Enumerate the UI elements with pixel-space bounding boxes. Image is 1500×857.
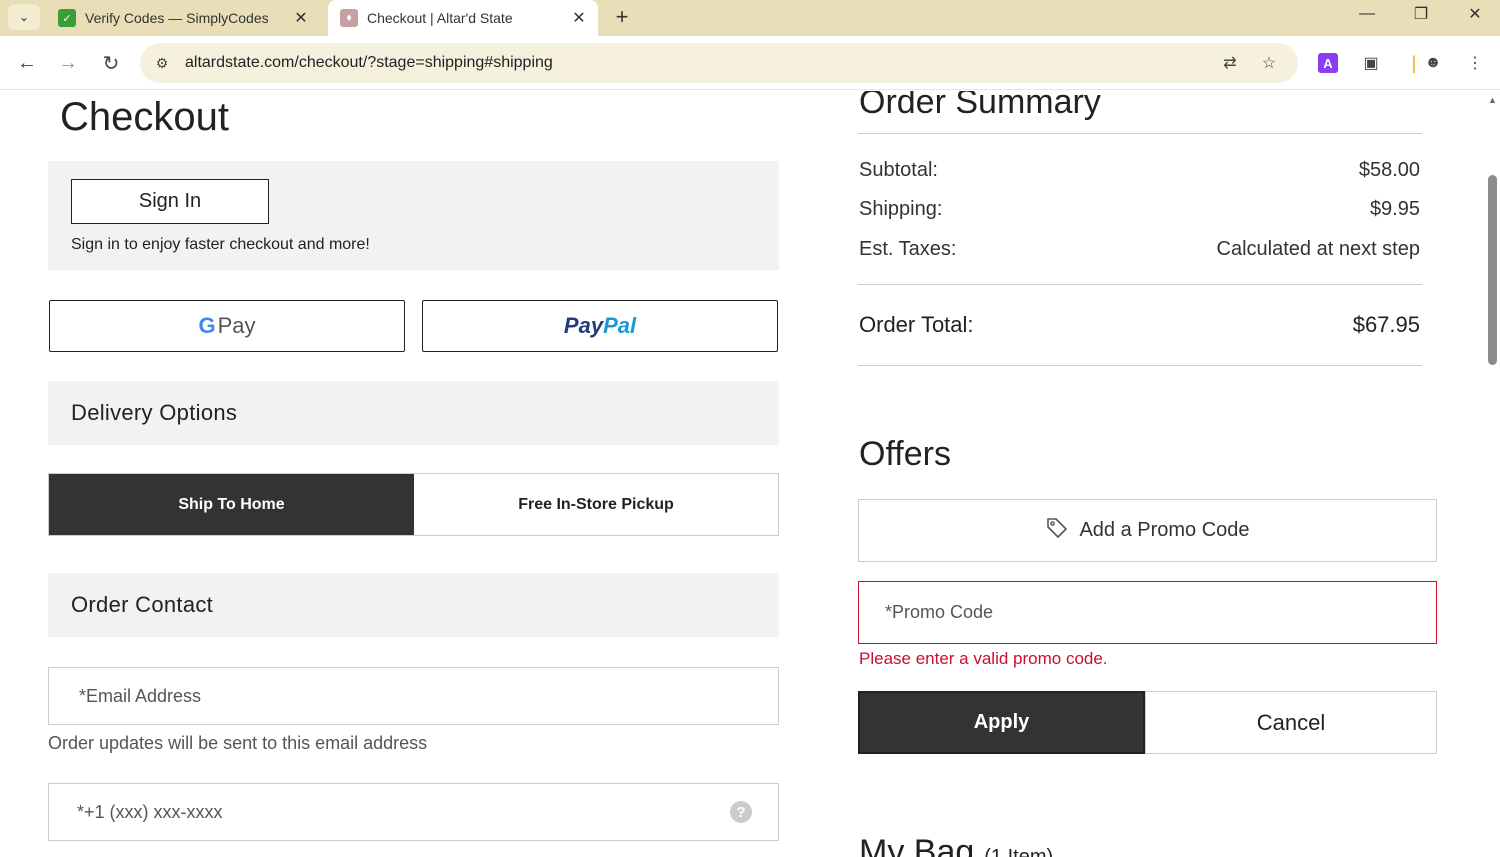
shipping-label: Shipping: <box>859 198 943 220</box>
email-placeholder: *Email Address <box>79 686 202 706</box>
email-hint: Order updates will be sent to this email… <box>48 733 428 753</box>
forward-arrow-icon[interactable]: → <box>53 48 83 78</box>
taxes-value: Calculated at next step <box>1216 238 1420 260</box>
offers-title: Offers <box>859 435 951 473</box>
scroll-thumb[interactable] <box>1488 175 1497 365</box>
my-bag-label: My Bag <box>859 833 975 857</box>
page-scrollbar[interactable]: ▲ <box>1486 91 1500 857</box>
extensions-puzzle-icon[interactable]: ▣ <box>1358 50 1384 76</box>
scroll-up-arrow-icon[interactable]: ▲ <box>1488 95 1497 105</box>
tab-close-icon[interactable]: ✕ <box>566 8 592 28</box>
translate-icon[interactable]: ⇄ <box>1218 51 1242 75</box>
tab-simplycodes[interactable]: ✓ Verify Codes — SimplyCodes ✕ <box>46 0 320 36</box>
phone-placeholder: *+1 (xxx) xxx-xxxx <box>77 802 223 822</box>
back-arrow-icon[interactable]: ← <box>12 48 42 78</box>
bookmark-star-icon[interactable]: ☆ <box>1257 51 1281 75</box>
paypal-logo-part2: Pal <box>603 313 637 338</box>
promo-placeholder: *Promo Code <box>885 602 994 622</box>
paypal-button[interactable]: Pay Pal <box>422 300 778 352</box>
paypal-logo-part1: Pay <box>563 313 604 338</box>
email-field[interactable]: *Email Address <box>48 667 779 725</box>
tag-icon <box>1045 516 1069 546</box>
order-total-value: $67.95 <box>1352 312 1420 337</box>
divider <box>858 365 1422 366</box>
url-text[interactable]: altardstate.com/checkout/?stage=shipping… <box>185 54 553 72</box>
delivery-options-title: Delivery Options <box>71 400 238 425</box>
checkout-page: Checkout Sign In Sign in to enjoy faster… <box>0 91 1486 857</box>
order-contact-title: Order Contact <box>71 592 214 617</box>
subtotal-value: $58.00 <box>1358 159 1420 181</box>
altardstate-favicon-icon: ♦ <box>340 9 358 27</box>
browser-tabbar: ⌄ ✓ Verify Codes — SimplyCodes ✕ ♦ Check… <box>0 0 1500 36</box>
promo-code-input[interactable]: *Promo Code <box>858 581 1437 644</box>
tab-search-chevron-icon[interactable]: ⌄ <box>8 4 40 30</box>
divider <box>858 133 1422 134</box>
in-store-pickup-option[interactable]: Free In-Store Pickup <box>414 474 778 535</box>
order-summary-title: Order Summary <box>859 91 1101 121</box>
address-bar[interactable]: ⚙ altardstate.com/checkout/?stage=shippi… <box>140 43 1298 83</box>
site-settings-icon[interactable]: ⚙ <box>150 51 174 75</box>
restore-icon[interactable]: ❐ <box>1394 0 1448 28</box>
gpay-label: Pay <box>217 313 256 338</box>
google-g-icon: G <box>198 313 216 338</box>
ship-to-home-option[interactable]: Ship To Home <box>49 474 414 535</box>
signin-note: Sign in to enjoy faster checkout and mor… <box>71 236 370 253</box>
profile-avatar-icon[interactable]: ☻ <box>1420 50 1446 76</box>
tab-title: Verify Codes — SimplyCodes <box>85 10 269 26</box>
tab-altardstate[interactable]: ♦ Checkout | Altar'd State ✕ <box>328 0 598 36</box>
apply-button[interactable]: Apply <box>858 691 1145 754</box>
taxes-label: Est. Taxes: <box>859 238 957 260</box>
subtotal-label: Subtotal: <box>859 159 938 181</box>
window-close-icon[interactable]: ✕ <box>1448 0 1500 28</box>
signin-panel: Sign In Sign in to enjoy faster checkout… <box>48 161 779 270</box>
cancel-button[interactable]: Cancel <box>1145 691 1437 754</box>
browser-menu-icon[interactable]: ⋮ <box>1462 50 1488 76</box>
extension-a-icon[interactable]: A <box>1318 53 1338 73</box>
delivery-options-header: Delivery Options <box>48 381 779 445</box>
phone-field[interactable]: *+1 (xxx) xxx-xxxx ? <box>48 783 779 841</box>
my-bag-count: (1 Item) <box>984 846 1054 857</box>
order-total-label: Order Total: <box>859 312 974 337</box>
browser-toolbar: ← → ↻ ⚙ altardstate.com/checkout/?stage=… <box>0 36 1500 90</box>
my-bag-title: My Bag (1 Item) <box>859 833 1053 857</box>
order-contact-header: Order Contact <box>48 573 779 637</box>
simplycodes-favicon-icon: ✓ <box>58 9 76 27</box>
minimize-icon[interactable]: — <box>1340 0 1394 28</box>
sign-in-button[interactable]: Sign In <box>71 179 269 224</box>
help-question-icon[interactable]: ? <box>730 801 752 823</box>
add-promo-label: Add a Promo Code <box>1079 519 1250 541</box>
page-title: Checkout <box>60 95 229 139</box>
promo-error-message: Please enter a valid promo code. <box>859 649 1108 668</box>
tab-close-icon[interactable]: ✕ <box>288 8 314 28</box>
add-promo-code-button[interactable]: Add a Promo Code <box>858 499 1437 562</box>
divider <box>858 284 1422 285</box>
google-pay-button[interactable]: G Pay <box>49 300 405 352</box>
reload-icon[interactable]: ↻ <box>96 48 126 78</box>
shipping-method-toggle: Ship To Home Free In-Store Pickup <box>48 473 779 536</box>
new-tab-plus-icon[interactable]: + <box>608 3 636 31</box>
tab-title: Checkout | Altar'd State <box>367 10 513 26</box>
shipping-value: $9.95 <box>1369 198 1420 220</box>
